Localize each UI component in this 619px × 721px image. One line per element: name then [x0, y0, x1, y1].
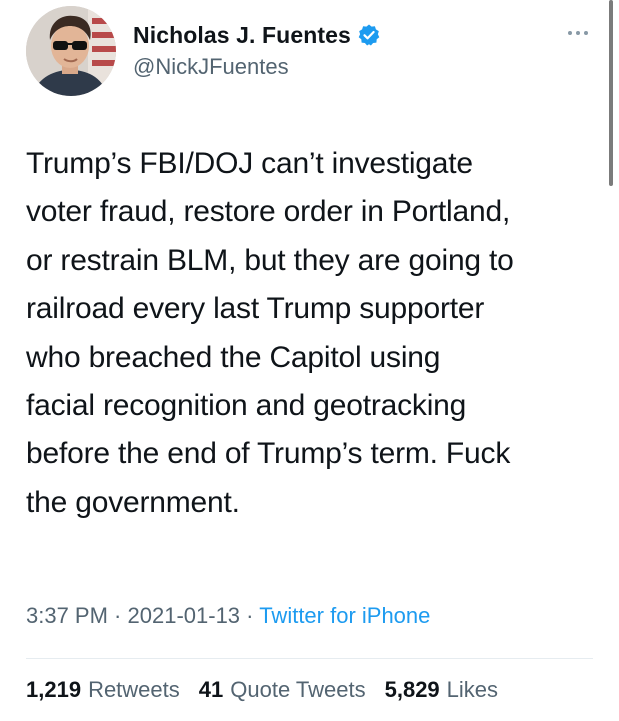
likes-count: 5,829 [384, 677, 440, 702]
display-name[interactable]: Nicholas J. Fuentes [133, 22, 351, 49]
tweet-meta: 3:37 PM · 2021-01-13 · Twitter for iPhon… [26, 603, 430, 629]
tweet-detail: Nicholas J. Fuentes @NickJFuentes Trump’… [0, 0, 619, 721]
tweet-date[interactable]: 2021-01-13 [128, 603, 241, 628]
tweet-text-line: before the end of Trump’s term. Fuck [26, 437, 511, 471]
tweet-text-line: railroad every last Trump supporter [26, 292, 485, 326]
author-block: Nicholas J. Fuentes @NickJFuentes [133, 20, 381, 80]
verified-badge-icon [357, 23, 381, 47]
avatar[interactable] [26, 6, 116, 96]
meta-separator: · [240, 603, 260, 628]
handle[interactable]: @NickJFuentes [133, 54, 381, 80]
quote-tweets-label: Quote Tweets [230, 677, 366, 702]
name-row: Nicholas J. Fuentes [133, 20, 381, 50]
meta-separator: · [107, 603, 128, 628]
tweet-text-line: or restrain BLM, but they are going to [26, 243, 514, 277]
tweet-time[interactable]: 3:37 PM [26, 603, 108, 628]
quote-tweets-stat[interactable]: 41 Quote Tweets [199, 677, 366, 703]
likes-label: Likes [446, 677, 499, 702]
divider [26, 658, 593, 659]
retweets-label: Retweets [88, 677, 180, 702]
quote-tweets-count: 41 [198, 677, 224, 702]
likes-stat[interactable]: 5,829 Likes [385, 677, 498, 703]
engagement-stats: 1,219 Retweets 41 Quote Tweets 5,829 Likes [26, 677, 517, 703]
profile-photo-icon [26, 6, 116, 96]
tweet-text-line: Trump’s FBI/DOJ can’t investigate [26, 147, 473, 180]
more-horizontal-icon[interactable] [564, 26, 592, 40]
retweets-count: 1,219 [26, 677, 82, 702]
tweet-text-line: who breached the Capitol using [26, 340, 441, 374]
tweet-text-line: facial recognition and geotracking [26, 389, 467, 423]
scrollbar-thumb[interactable] [609, 0, 613, 186]
tweet-text-line: voter fraud, restore order in Portland, [26, 195, 511, 229]
tweet-source-link[interactable]: Twitter for iPhone [259, 603, 430, 628]
tweet-text: Trump’s FBI/DOJ can’t investigate voter … [26, 140, 606, 527]
retweets-stat[interactable]: 1,219 Retweets [26, 677, 180, 703]
tweet-text-line: the government. [26, 485, 240, 519]
